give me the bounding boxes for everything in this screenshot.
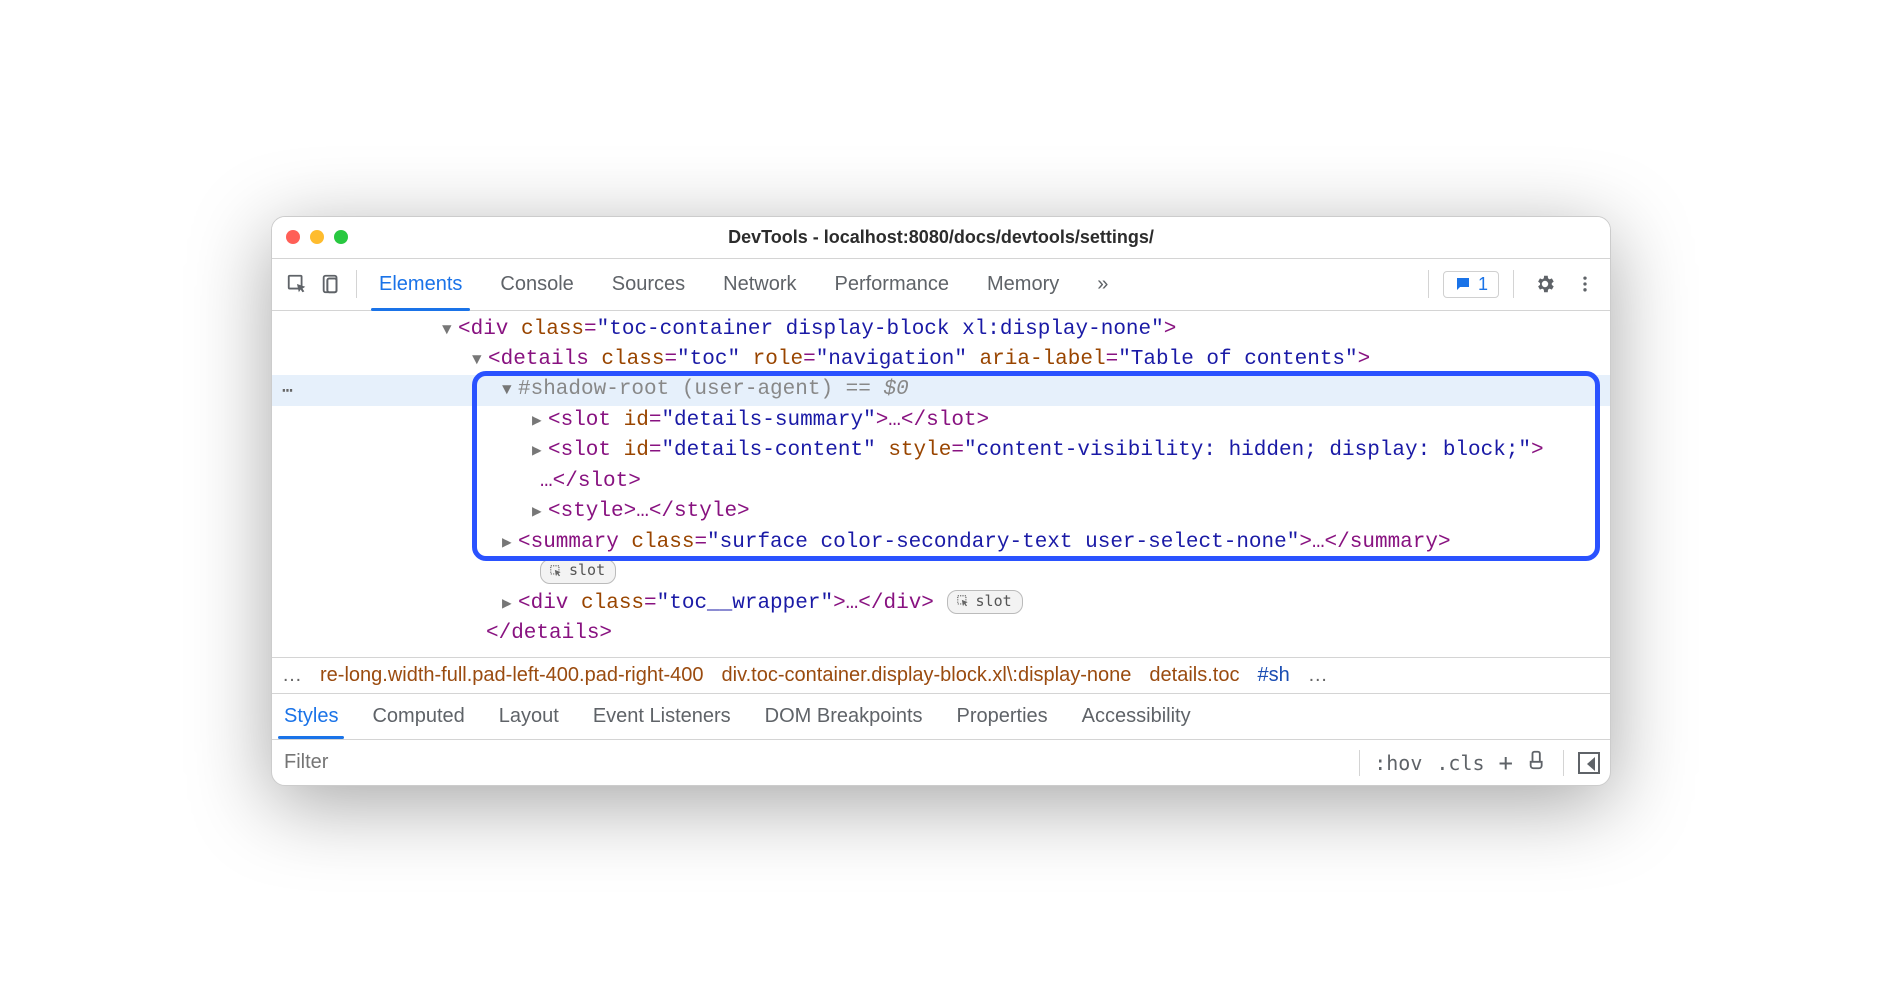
breadcrumb[interactable]: … re-long.width-full.pad-left-400.pad-ri… [272, 657, 1610, 693]
crumb-item-active[interactable]: #sh [1257, 664, 1289, 687]
device-toolbar-icon[interactable] [314, 267, 348, 301]
toggle-computed-sidebar-icon[interactable] [1578, 752, 1600, 774]
dom-node-details[interactable]: ▼<details class="toc" role="navigation" … [272, 345, 1610, 375]
more-icon[interactable] [1568, 267, 1602, 301]
zoom-window-button[interactable] [334, 230, 348, 244]
separator [1563, 750, 1564, 776]
subtab-computed[interactable]: Computed [372, 705, 464, 728]
close-window-button[interactable] [286, 230, 300, 244]
slot-target-icon [956, 594, 970, 608]
subtab-layout[interactable]: Layout [499, 705, 559, 728]
slot-reveal-pill[interactable]: slot [272, 558, 1610, 588]
paint-brush-icon[interactable] [1527, 749, 1549, 776]
styles-filter-bar: :hov .cls + [272, 739, 1610, 785]
main-toolbar: Elements Console Sources Network Perform… [272, 259, 1610, 311]
subtab-event-listeners[interactable]: Event Listeners [593, 705, 731, 728]
toolbar-separator [1513, 270, 1514, 298]
crumb-overflow-left[interactable]: … [282, 664, 302, 687]
tab-performance[interactable]: Performance [833, 273, 952, 296]
issues-count: 1 [1478, 274, 1488, 295]
crumb-item[interactable]: div.toc-container.display-block.xl\:disp… [722, 664, 1132, 687]
devtools-window: DevTools - localhost:8080/docs/devtools/… [271, 216, 1611, 787]
toggle-hov-button[interactable]: :hov [1374, 751, 1422, 775]
dom-node-div-toc-container[interactable]: ▼<div class="toc-container display-block… [272, 315, 1610, 345]
dom-node-slot-content-close[interactable]: …</slot> [272, 467, 1610, 497]
dom-node-slot-content[interactable]: ▶<slot id="details-content" style="conte… [272, 436, 1610, 466]
slot-reveal-pill[interactable]: slot [947, 590, 1023, 615]
issues-badge[interactable]: 1 [1443, 271, 1499, 298]
slot-target-icon [549, 564, 563, 578]
tab-console[interactable]: Console [498, 273, 575, 296]
dom-node-details-close[interactable]: </details> [272, 619, 1610, 649]
styles-panel-tabs: Styles Computed Layout Event Listeners D… [272, 693, 1610, 739]
settings-icon[interactable] [1528, 267, 1562, 301]
dom-tree[interactable]: ▼<div class="toc-container display-block… [272, 311, 1610, 658]
tab-sources[interactable]: Sources [610, 273, 687, 296]
tab-elements[interactable]: Elements [377, 273, 464, 296]
subtab-dom-breakpoints[interactable]: DOM Breakpoints [765, 705, 923, 728]
new-style-rule-button[interactable]: + [1499, 749, 1513, 777]
dom-node-slot-summary[interactable]: ▶<slot id="details-summary">…</slot> [272, 406, 1610, 436]
subtab-styles[interactable]: Styles [284, 705, 338, 728]
toolbar-right: 1 [1420, 267, 1602, 301]
minimize-window-button[interactable] [310, 230, 324, 244]
styles-filter-input[interactable] [282, 751, 1359, 774]
inspect-element-icon[interactable] [280, 267, 314, 301]
tab-memory[interactable]: Memory [985, 273, 1061, 296]
dom-node-summary[interactable]: ▶<summary class="surface color-secondary… [272, 528, 1610, 558]
subtab-accessibility[interactable]: Accessibility [1082, 705, 1191, 728]
separator [1359, 750, 1360, 776]
toggle-cls-button[interactable]: .cls [1436, 751, 1484, 775]
window-title: DevTools - localhost:8080/docs/devtools/… [728, 227, 1154, 248]
tab-network[interactable]: Network [721, 273, 798, 296]
crumb-item[interactable]: details.toc [1149, 664, 1239, 687]
toolbar-separator [1428, 270, 1429, 298]
toolbar-separator [356, 270, 357, 298]
dom-node-div-toc-wrapper[interactable]: ▶<div class="toc__wrapper">…</div> slot [272, 589, 1610, 619]
subtab-properties[interactable]: Properties [957, 705, 1048, 728]
window-controls [286, 230, 348, 244]
dom-node-shadow-root[interactable]: ▼#shadow-root (user-agent) == $0 [272, 375, 1610, 405]
crumb-item[interactable]: re-long.width-full.pad-left-400.pad-righ… [320, 664, 704, 687]
titlebar: DevTools - localhost:8080/docs/devtools/… [272, 217, 1610, 259]
tabs-overflow[interactable]: » [1095, 273, 1110, 296]
issues-icon [1454, 275, 1472, 293]
panel-tabs: Elements Console Sources Network Perform… [365, 273, 1420, 296]
dom-node-style[interactable]: ▶<style>…</style> [272, 497, 1610, 527]
crumb-overflow-right[interactable]: … [1308, 664, 1328, 687]
